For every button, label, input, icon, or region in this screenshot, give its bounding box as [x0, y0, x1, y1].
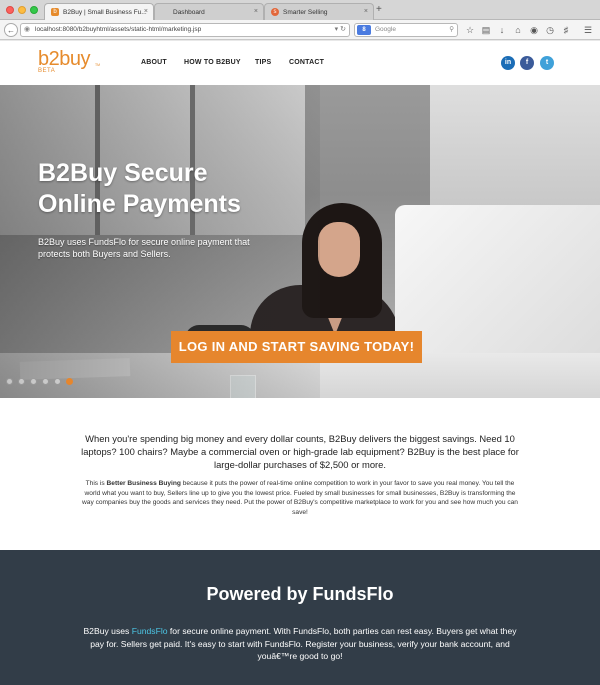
reload-icon[interactable]: ▾ ↻ [335, 24, 346, 36]
tab-close-icon[interactable]: × [254, 8, 258, 15]
url-text: localhost:8080/b2buyhtml/assets/static-h… [35, 26, 202, 33]
globe-icon: ◉ [24, 26, 31, 33]
search-icon[interactable]: ⚲ [449, 24, 454, 36]
reading-list-icon[interactable]: ▤ [480, 24, 492, 36]
nav-how-to-b2buy[interactable]: HOW TO B2BUY [184, 59, 241, 66]
desktop-monitor [395, 205, 600, 365]
address-bar[interactable]: ◉ localhost:8080/b2buyhtml/assets/static… [20, 23, 350, 37]
powered-by-section [0, 550, 600, 685]
browser-tab-bar: b B2Buy | Small Business Fu... × Dashboa… [0, 0, 600, 20]
carousel-dot[interactable] [30, 378, 37, 385]
minimize-window-button[interactable] [18, 6, 26, 14]
search-input[interactable]: 8 Google ⚲ [354, 23, 458, 37]
fundsflo-link[interactable]: FundsFlo [132, 626, 168, 636]
intro-body-prefix: This is [85, 480, 107, 487]
login-cta-button[interactable]: LOG IN AND START SAVING TODAY! [171, 331, 422, 363]
search-placeholder: Google [375, 26, 396, 33]
tab-title: Smarter Selling [283, 9, 328, 16]
pocket-icon[interactable]: ◉ [528, 24, 540, 36]
intro-body-text: This is Better Business Buying because i… [78, 479, 522, 517]
tab-close-icon[interactable]: × [144, 8, 148, 15]
tab-close-icon[interactable]: × [364, 8, 368, 15]
woman-face [318, 222, 360, 277]
browser-toolbar: ← ◉ localhost:8080/b2buyhtml/assets/stat… [0, 20, 600, 40]
hero-description: B2Buy uses FundsFlo for secure online pa… [38, 237, 250, 259]
history-icon[interactable]: ◷ [544, 24, 556, 36]
intro-body-bold: Better Business Buying [106, 480, 181, 487]
powered-text-prefix: B2Buy uses [83, 626, 132, 636]
browser-tab-dashboard[interactable]: Dashboard × [154, 3, 264, 20]
beta-badge: BETA [38, 68, 56, 74]
bookmark-star-icon[interactable]: ☆ [464, 24, 476, 36]
powered-by-title: Powered by FundsFlo [206, 584, 394, 604]
nav-contact[interactable]: CONTACT [289, 59, 324, 66]
nav-about[interactable]: ABOUT [141, 59, 167, 66]
home-icon[interactable]: ⌂ [512, 24, 524, 36]
carousel-dot[interactable] [54, 378, 61, 385]
new-tab-button[interactable]: + [376, 5, 382, 15]
linkedin-icon[interactable]: in [501, 56, 515, 70]
hero-title: B2Buy Secure Online Payments [38, 159, 241, 218]
menu-icon[interactable]: ☰ [582, 24, 594, 36]
tab-title: Dashboard [173, 9, 205, 16]
carousel-dot[interactable] [6, 378, 13, 385]
close-window-button[interactable] [6, 6, 14, 14]
carousel-dot[interactable] [42, 378, 49, 385]
carousel-dot[interactable] [18, 378, 25, 385]
extension-icon[interactable]: ♯ [560, 24, 572, 36]
zoom-window-button[interactable] [30, 6, 38, 14]
download-icon[interactable]: ↓ [496, 24, 508, 36]
browser-tab-b2buy[interactable]: b B2Buy | Small Business Fu... × [44, 3, 154, 20]
logo-trademark: TM [95, 63, 101, 67]
nav-tips[interactable]: TIPS [255, 59, 271, 66]
intro-lead-text: When you're spending big money and every… [81, 433, 519, 470]
facebook-icon[interactable]: f [520, 56, 534, 70]
powered-by-text: B2Buy uses FundsFlo for secure online pa… [80, 625, 520, 663]
b2buy-favicon-icon: b [51, 8, 59, 16]
search-engine-icon[interactable]: 8 [357, 25, 371, 35]
browser-tab-smarter-selling[interactable]: s Smarter Selling × [264, 3, 374, 20]
back-icon[interactable]: ← [4, 23, 18, 37]
smarter-selling-favicon-icon: s [271, 8, 279, 16]
tab-title: B2Buy | Small Business Fu... [63, 9, 147, 16]
twitter-icon[interactable]: t [540, 56, 554, 70]
carousel-dot-active[interactable] [66, 378, 73, 385]
page-favicon-icon [161, 8, 169, 16]
intro-section [0, 398, 600, 550]
